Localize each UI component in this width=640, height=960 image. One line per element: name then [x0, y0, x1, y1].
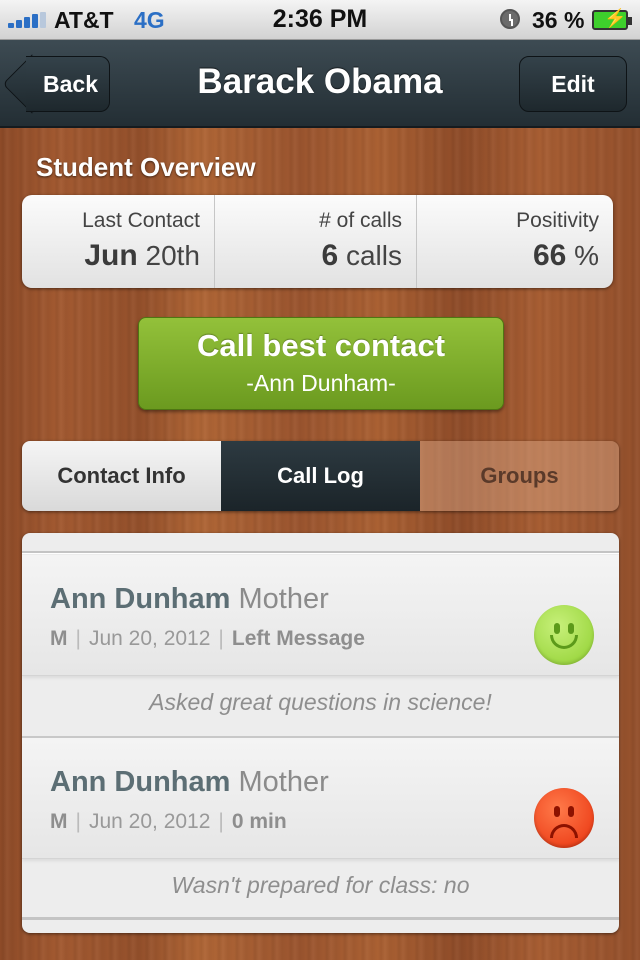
stat-value: Jun 20th	[84, 239, 200, 272]
tab-groups[interactable]: Groups	[420, 441, 619, 511]
call-log-entry[interactable]: Ann Dunham Mother M | Jun 20, 2012 | 0 min W…	[22, 736, 619, 917]
sad-face-icon	[534, 788, 594, 848]
divider	[22, 551, 619, 554]
entry-note: Asked great questions in science!	[149, 689, 492, 715]
alarm-icon	[500, 9, 520, 29]
navigation-bar: Back Barack Obama Edit	[0, 40, 640, 128]
call-button-title: Call best contact	[196, 328, 446, 363]
happy-face-icon	[534, 605, 594, 665]
divider	[22, 917, 619, 920]
stat-label: # of calls	[319, 209, 402, 232]
stat-last-contact: Last Contact Jun 20th	[22, 195, 215, 288]
tab-call-log[interactable]: Call Log	[221, 441, 420, 511]
stat-label: Positivity	[516, 209, 599, 232]
entry-note: Wasn't prepared for class: no	[171, 872, 470, 898]
entry-meta: M | Jun 20, 2012 | Left Message	[50, 627, 365, 650]
entry-meta: M | Jun 20, 2012 | 0 min	[50, 810, 287, 833]
tab-bar: Contact Info Call Log Groups	[22, 441, 619, 511]
call-log-list: Ann Dunham Mother M | Jun 20, 2012 | Left Me…	[22, 533, 619, 933]
stat-number-of-calls: # of calls 6 calls	[215, 195, 417, 288]
stats-panel: Last Contact Jun 20th # of calls 6 calls…	[22, 195, 613, 288]
section-title-overview: Student Overview	[36, 152, 256, 182]
stat-label: Last Contact	[82, 209, 200, 232]
tab-contact-info[interactable]: Contact Info	[22, 441, 221, 511]
call-button-contact: -Ann Dunham-	[246, 370, 396, 396]
call-log-entry[interactable]: Ann Dunham Mother M | Jun 20, 2012 | Left Me…	[22, 555, 619, 736]
stat-positivity: Positivity 66 %	[417, 195, 613, 288]
stat-value: 6 calls	[321, 239, 402, 272]
battery-percent: 36 %	[532, 7, 585, 33]
entry-header: Ann Dunham Mother M | Jun 20, 2012 | 0 min	[22, 738, 619, 859]
call-best-contact-button[interactable]: Call best contact -Ann Dunham-	[138, 317, 504, 410]
stat-value: 66 %	[532, 239, 599, 272]
battery-icon: ⚡	[592, 8, 632, 30]
entry-contact: Ann Dunham Mother	[50, 766, 329, 798]
status-bar: AT&T 4G 2:36 PM 36 % ⚡	[0, 0, 640, 40]
entry-header: Ann Dunham Mother M | Jun 20, 2012 | Left Me…	[22, 555, 619, 676]
entry-contact: Ann Dunham Mother	[50, 583, 329, 615]
edit-button[interactable]: Edit	[519, 56, 627, 112]
